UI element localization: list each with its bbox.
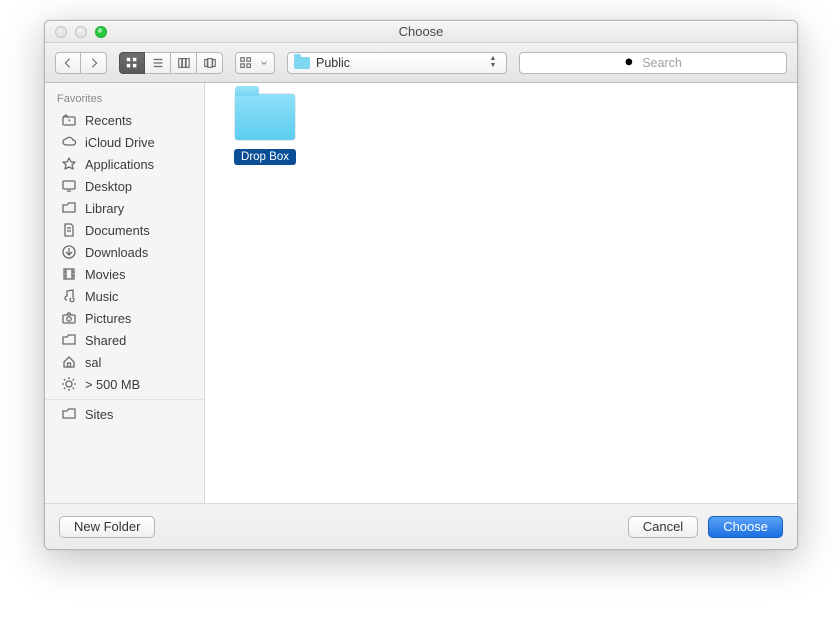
folder-icon <box>61 406 77 422</box>
list-view-button[interactable] <box>145 52 171 74</box>
new-folder-button[interactable]: New Folder <box>59 516 155 538</box>
coverflow-view-button[interactable] <box>197 52 223 74</box>
sidebar-item-label: Desktop <box>85 179 132 194</box>
forward-button[interactable] <box>81 52 107 74</box>
sidebar-item-documents[interactable]: Documents <box>45 219 204 241</box>
search-field[interactable]: Search <box>519 52 787 74</box>
cloud-icon <box>61 134 77 150</box>
folder-icon <box>61 200 77 216</box>
sidebar-item-shared[interactable]: Shared <box>45 329 204 351</box>
choose-button[interactable]: Choose <box>708 516 783 538</box>
path-selector[interactable]: Public ▲▼ <box>287 52 507 74</box>
group-by-button[interactable] <box>235 52 275 74</box>
clock-folder-icon <box>61 112 77 128</box>
path-label: Public <box>316 56 480 70</box>
sidebar-item-label: Pictures <box>85 311 131 326</box>
sidebar-item-label: Recents <box>85 113 132 128</box>
chevron-down-icon <box>256 55 272 71</box>
sidebar-item-label: Shared <box>85 333 126 348</box>
list-icon <box>150 55 166 71</box>
sidebar-item-label: Applications <box>85 157 154 172</box>
sidebar-item-smart-folder[interactable]: > 500 MB <box>45 373 204 395</box>
camera-icon <box>61 310 77 326</box>
download-icon <box>61 244 77 260</box>
cancel-button[interactable]: Cancel <box>628 516 698 538</box>
sidebar-item-icloud[interactable]: iCloud Drive <box>45 131 204 153</box>
search-placeholder: Search <box>642 56 682 70</box>
folder-icon <box>294 57 310 69</box>
folder-icon <box>61 332 77 348</box>
folder-icon <box>234 93 296 141</box>
sidebar-item-sites[interactable]: Sites <box>45 399 204 425</box>
search-icon <box>624 57 636 69</box>
chevron-right-icon <box>86 55 102 71</box>
window-title: Choose <box>45 24 797 39</box>
sidebar-item-downloads[interactable]: Downloads <box>45 241 204 263</box>
sidebar-item-label: Documents <box>85 223 150 238</box>
film-icon <box>61 266 77 282</box>
file-browser-content[interactable]: Drop Box <box>205 83 797 503</box>
file-item-drop-box[interactable]: Drop Box <box>225 93 305 165</box>
desktop-icon <box>61 178 77 194</box>
app-icon <box>61 156 77 172</box>
file-item-label: Drop Box <box>234 149 296 165</box>
sidebar-item-recents[interactable]: Recents <box>45 109 204 131</box>
sidebar-item-label: Downloads <box>85 245 148 260</box>
main-body: Favorites Recents iCloud Drive Applicati… <box>45 83 797 503</box>
grid-icon <box>124 55 140 71</box>
stepper-icon: ▲▼ <box>486 56 500 69</box>
sidebar-item-label: Music <box>85 289 118 304</box>
sidebar: Favorites Recents iCloud Drive Applicati… <box>45 83 205 503</box>
back-button[interactable] <box>55 52 81 74</box>
sidebar-item-label: sal <box>85 355 101 370</box>
toolbar: Public ▲▼ Search <box>45 43 797 83</box>
music-icon <box>61 288 77 304</box>
icon-view-button[interactable] <box>119 52 145 74</box>
sidebar-item-movies[interactable]: Movies <box>45 263 204 285</box>
sidebar-item-library[interactable]: Library <box>45 197 204 219</box>
sidebar-item-label: Sites <box>85 407 113 422</box>
sidebar-item-pictures[interactable]: Pictures <box>45 307 204 329</box>
sidebar-item-home[interactable]: sal <box>45 351 204 373</box>
file-chooser-window: Choose <box>44 20 798 550</box>
footer: New Folder Cancel Choose <box>45 503 797 549</box>
nav-controls <box>55 52 107 74</box>
group-icon <box>238 55 254 71</box>
sidebar-item-applications[interactable]: Applications <box>45 153 204 175</box>
sidebar-item-label: Library <box>85 201 124 216</box>
home-icon <box>61 354 77 370</box>
document-icon <box>61 222 77 238</box>
sidebar-header-favorites: Favorites <box>45 89 204 109</box>
coverflow-icon <box>202 55 218 71</box>
view-mode-controls <box>119 52 223 74</box>
sidebar-item-label: Movies <box>85 267 126 282</box>
sidebar-item-music[interactable]: Music <box>45 285 204 307</box>
column-view-button[interactable] <box>171 52 197 74</box>
gear-icon <box>61 376 77 392</box>
columns-icon <box>176 55 192 71</box>
sidebar-item-label: iCloud Drive <box>85 135 155 150</box>
sidebar-item-label: > 500 MB <box>85 377 140 392</box>
title-bar: Choose <box>45 21 797 43</box>
sidebar-item-desktop[interactable]: Desktop <box>45 175 204 197</box>
chevron-left-icon <box>60 55 76 71</box>
group-controls <box>235 52 275 74</box>
